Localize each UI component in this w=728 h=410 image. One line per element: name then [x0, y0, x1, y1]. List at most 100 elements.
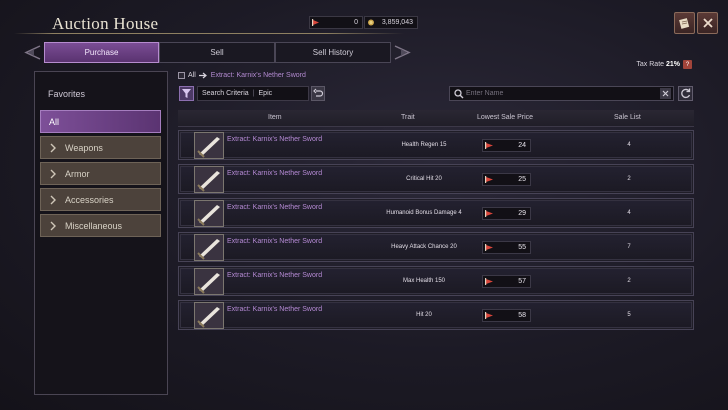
item-price-value: 57	[518, 278, 526, 285]
item-name: Extract: Karnix's Nether Sword	[227, 170, 323, 177]
item-price-value: 25	[518, 176, 526, 183]
item-thumbnail	[194, 268, 224, 295]
search-box	[449, 86, 674, 101]
undo-icon	[313, 88, 324, 97]
category-sidebar: Favorites All Weapons Armor Accessories …	[34, 71, 168, 395]
sidebar-item-accessories[interactable]: Accessories	[40, 188, 161, 211]
title-divider	[14, 33, 404, 34]
sword-icon	[195, 201, 223, 226]
diamond-currency-icon	[485, 142, 493, 149]
item-name: Extract: Karnix's Nether Sword	[227, 136, 323, 143]
diamond-currency-icon	[485, 312, 493, 319]
search-criteria-field[interactable]: Search Criteria | Epic	[197, 86, 309, 101]
refresh-button[interactable]	[678, 86, 693, 101]
column-item[interactable]: Item	[268, 114, 282, 121]
page-title: Auction House	[52, 14, 159, 33]
tab-sell[interactable]: Sell	[159, 42, 275, 63]
column-sale-list[interactable]: Sale List	[614, 114, 641, 121]
scroll-button[interactable]	[674, 12, 695, 34]
table-row[interactable]: Extract: Karnix's Nether Sword Critical …	[178, 164, 694, 194]
sword-icon	[195, 133, 223, 158]
sidebar-item-miscellaneous[interactable]: Miscellaneous	[40, 214, 161, 237]
currency-diamond-value: 0	[354, 19, 358, 26]
item-thumbnail	[194, 132, 224, 159]
item-sale-count: 2	[627, 176, 631, 182]
chevron-right-icon	[50, 169, 56, 179]
close-icon	[662, 90, 669, 97]
breadcrumb: All Extract: Karnix's Nether Sword	[178, 72, 306, 79]
breadcrumb-home-icon[interactable]	[178, 72, 185, 79]
item-price: 25	[482, 173, 531, 186]
item-price-value: 58	[518, 312, 526, 319]
tab-sell-history[interactable]: Sell History	[275, 42, 391, 63]
scroll-icon	[679, 17, 690, 29]
tab-bar: Purchase Sell Sell History	[20, 42, 415, 63]
gold-coin-icon	[368, 19, 374, 26]
column-lowest-price[interactable]: Lowest Sale Price	[477, 114, 533, 121]
tax-rate-value: 21%	[665, 61, 680, 68]
chevron-right-icon	[50, 221, 56, 231]
table-header: Item Trait Lowest Sale Price Sale List	[178, 110, 694, 127]
clear-search-button[interactable]	[660, 88, 671, 99]
chevron-right-icon	[50, 143, 56, 153]
search-criteria-value: Epic	[258, 90, 273, 97]
tab-left-arrow-icon[interactable]	[20, 44, 42, 61]
breadcrumb-current: Extract: Karnix's Nether Sword	[210, 72, 306, 79]
item-price-value: 55	[518, 244, 526, 251]
column-trait[interactable]: Trait	[401, 114, 415, 121]
diamond-currency-icon	[485, 210, 493, 217]
tax-rate: Tax Rate 21%	[636, 61, 680, 68]
item-sale-count: 5	[627, 312, 631, 318]
close-icon	[702, 18, 713, 28]
item-price: 58	[482, 309, 531, 322]
item-thumbnail	[194, 234, 224, 261]
tab-right-arrow-icon[interactable]	[393, 44, 415, 61]
tab-purchase[interactable]: Purchase	[44, 42, 159, 63]
filter-button[interactable]	[179, 86, 194, 101]
table-row[interactable]: Extract: Karnix's Nether Sword Max Healt…	[178, 266, 694, 296]
item-name: Extract: Karnix's Nether Sword	[227, 306, 323, 313]
table-row[interactable]: Extract: Karnix's Nether Sword Heavy Att…	[178, 232, 694, 262]
item-price-value: 24	[518, 142, 526, 149]
item-thumbnail	[194, 166, 224, 193]
search-input[interactable]	[466, 88, 646, 99]
item-name: Extract: Karnix's Nether Sword	[227, 272, 323, 279]
sidebar-item-label: Accessories	[65, 194, 114, 205]
item-thumbnail	[194, 200, 224, 227]
tax-help-button[interactable]: ?	[683, 60, 692, 69]
diamond-currency-icon	[485, 278, 493, 285]
breadcrumb-root[interactable]: All	[188, 72, 196, 79]
sword-icon	[195, 303, 223, 328]
currency-gold: 3,859,043	[364, 16, 418, 29]
sidebar-item-label: Weapons	[65, 142, 103, 153]
item-price: 57	[482, 275, 531, 288]
item-sale-count: 4	[627, 142, 631, 148]
arrow-right-icon	[198, 72, 207, 79]
sidebar-item-label: Miscellaneous	[65, 220, 123, 231]
diamond-currency-icon	[485, 176, 493, 183]
diamond-currency-icon	[485, 244, 493, 251]
sword-icon	[195, 167, 223, 192]
reset-criteria-button[interactable]	[311, 86, 325, 101]
sidebar-item-label: Armor	[65, 168, 90, 179]
refresh-icon	[681, 88, 691, 99]
item-price-value: 29	[518, 210, 526, 217]
sidebar-item-favorites[interactable]: Favorites	[40, 82, 161, 105]
sidebar-item-all[interactable]: All	[40, 110, 161, 133]
table-row[interactable]: Extract: Karnix's Nether Sword Humanoid …	[178, 198, 694, 228]
item-price: 55	[482, 241, 531, 254]
item-sale-count: 4	[627, 210, 631, 216]
item-price: 29	[482, 207, 531, 220]
sidebar-item-weapons[interactable]: Weapons	[40, 136, 161, 159]
currency-gold-value: 3,859,043	[381, 19, 413, 26]
diamond-currency-icon	[312, 19, 319, 26]
filter-icon	[182, 89, 191, 98]
sidebar-item-armor[interactable]: Armor	[40, 162, 161, 185]
table-row[interactable]: Extract: Karnix's Nether Sword Hit 20 58…	[178, 300, 694, 330]
close-button[interactable]	[697, 12, 718, 34]
sword-icon	[195, 235, 223, 260]
item-name: Extract: Karnix's Nether Sword	[227, 238, 323, 245]
currency-diamond: 0	[309, 16, 363, 29]
item-price: 24	[482, 139, 531, 152]
table-row[interactable]: Extract: Karnix's Nether Sword Health Re…	[178, 130, 694, 160]
